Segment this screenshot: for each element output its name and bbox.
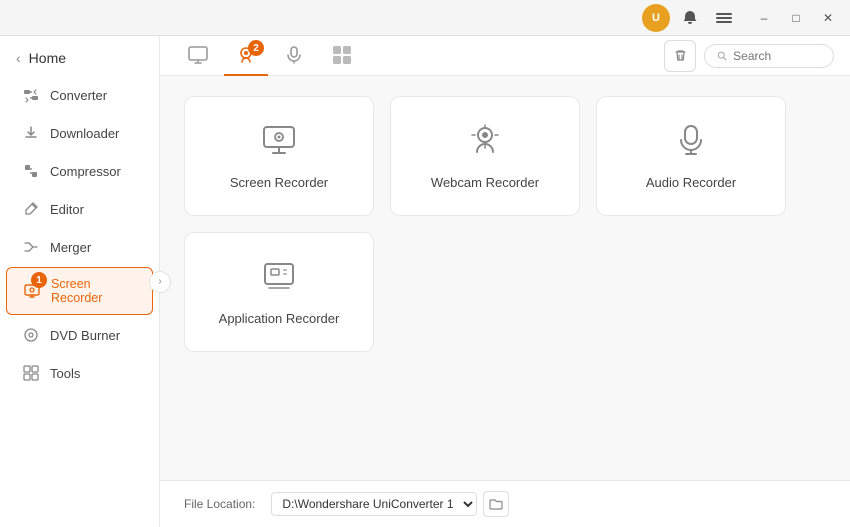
- apps-tab-icon: [331, 44, 353, 66]
- sidebar-item-label: Compressor: [50, 164, 121, 179]
- merger-icon: [22, 238, 40, 256]
- cards-row-2: Application Recorder: [184, 232, 826, 352]
- close-button[interactable]: ✕: [814, 4, 842, 32]
- tab-apps[interactable]: [320, 36, 364, 76]
- card-audio-recorder[interactable]: Audio Recorder: [596, 96, 786, 216]
- back-arrow-icon: ‹: [16, 50, 21, 66]
- notify-button[interactable]: [676, 4, 704, 32]
- screen-tab-icon: [187, 44, 209, 66]
- dvd-burner-icon: [22, 326, 40, 344]
- search-box: [704, 44, 834, 68]
- file-location-label: File Location:: [184, 497, 255, 511]
- title-bar: U – □ ✕: [0, 0, 850, 36]
- application-recorder-card-icon: [261, 258, 297, 301]
- tools-icon: [22, 364, 40, 382]
- sidebar-home[interactable]: ‹ Home: [0, 40, 159, 76]
- sidebar-item-label: Merger: [50, 240, 91, 255]
- tab-audio[interactable]: [272, 36, 316, 76]
- search-icon: [717, 50, 727, 62]
- menu-button[interactable]: [710, 4, 738, 32]
- converter-icon: [22, 86, 40, 104]
- sidebar-item-converter[interactable]: Converter: [6, 77, 153, 113]
- screen-recorder-card-icon: [261, 122, 297, 165]
- app-body: ‹ Home Converter Downloader Compressor: [0, 36, 850, 527]
- sidebar-item-compressor[interactable]: Compressor: [6, 153, 153, 189]
- card-screen-recorder-label: Screen Recorder: [230, 175, 328, 190]
- sidebar-item-downloader[interactable]: Downloader: [6, 115, 153, 151]
- open-folder-button[interactable]: [483, 491, 509, 517]
- card-application-recorder[interactable]: Application Recorder: [184, 232, 374, 352]
- main-content: 2: [160, 36, 850, 527]
- card-webcam-recorder[interactable]: Webcam Recorder: [390, 96, 580, 216]
- screen-recorder-badge: 1: [31, 272, 47, 288]
- search-input[interactable]: [733, 49, 821, 63]
- sidebar-item-label: DVD Burner: [50, 328, 120, 343]
- card-audio-recorder-label: Audio Recorder: [646, 175, 736, 190]
- tab-bar: 2: [176, 36, 364, 75]
- title-bar-icons: U: [642, 4, 738, 32]
- top-actions: [664, 40, 834, 72]
- sidebar-item-label: Tools: [50, 366, 80, 381]
- card-screen-recorder[interactable]: Screen Recorder: [184, 96, 374, 216]
- bell-icon: [682, 10, 698, 26]
- collapse-sidebar-button[interactable]: ›: [149, 271, 171, 293]
- window-controls: – □ ✕: [750, 4, 842, 32]
- card-application-recorder-label: Application Recorder: [219, 311, 340, 326]
- footer-bar: File Location: D:\Wondershare UniConvert…: [160, 480, 850, 527]
- sidebar-item-label: Screen Recorder: [51, 277, 136, 305]
- sidebar-item-label: Editor: [50, 202, 84, 217]
- trash-icon: [673, 48, 688, 63]
- sidebar-item-label: Converter: [50, 88, 107, 103]
- delete-button[interactable]: [664, 40, 696, 72]
- editor-icon: [22, 200, 40, 218]
- downloader-icon: [22, 124, 40, 142]
- folder-icon: [489, 497, 503, 511]
- sidebar-item-label: Downloader: [50, 126, 119, 141]
- compressor-icon: [22, 162, 40, 180]
- webcam-recorder-card-icon: [467, 122, 503, 165]
- tab-screen[interactable]: [176, 36, 220, 76]
- webcam-tab-badge: 2: [248, 40, 264, 56]
- home-label: Home: [29, 50, 66, 66]
- audio-recorder-card-icon: [673, 122, 709, 165]
- tab-webcam[interactable]: 2: [224, 36, 268, 76]
- top-bar: 2: [160, 36, 850, 76]
- maximize-button[interactable]: □: [782, 4, 810, 32]
- sidebar-item-editor[interactable]: Editor: [6, 191, 153, 227]
- hamburger-icon: [716, 10, 732, 26]
- sidebar-item-dvd-burner[interactable]: DVD Burner: [6, 317, 153, 353]
- file-location-select[interactable]: D:\Wondershare UniConverter 1 C:\Users\V…: [271, 492, 477, 516]
- cards-area: Screen Recorder Webcam Recorder: [160, 76, 850, 480]
- audio-tab-icon: [283, 44, 305, 66]
- sidebar-item-tools[interactable]: Tools: [6, 355, 153, 391]
- sidebar: ‹ Home Converter Downloader Compressor: [0, 36, 160, 527]
- sidebar-item-screen-recorder[interactable]: Screen Recorder 1: [6, 267, 153, 315]
- footer-path: D:\Wondershare UniConverter 1 C:\Users\V…: [271, 491, 509, 517]
- sidebar-item-merger[interactable]: Merger: [6, 229, 153, 265]
- card-webcam-recorder-label: Webcam Recorder: [431, 175, 539, 190]
- user-avatar: U: [642, 4, 670, 32]
- cards-row-1: Screen Recorder Webcam Recorder: [184, 96, 826, 216]
- minimize-button[interactable]: –: [750, 4, 778, 32]
